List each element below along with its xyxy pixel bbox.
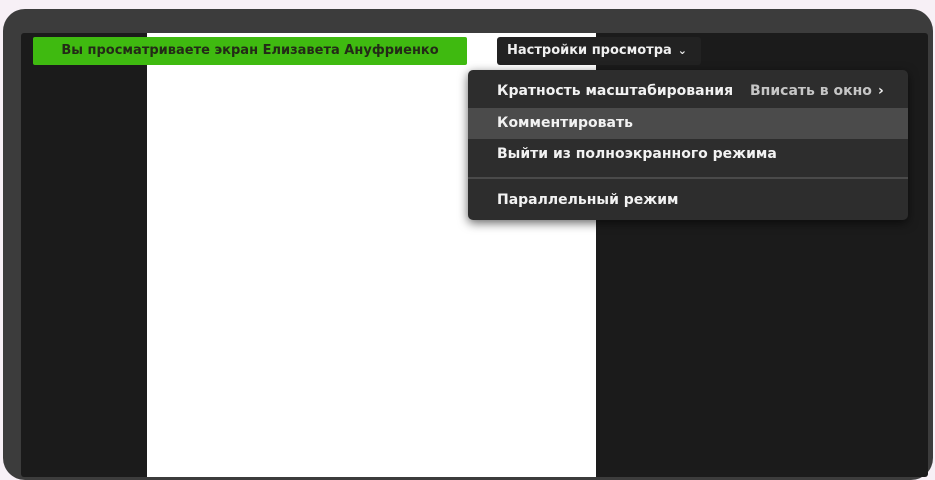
view-settings-button[interactable]: Настройки просмотра ⌄ <box>497 37 702 65</box>
view-settings-label: Настройки просмотра <box>507 43 672 58</box>
zoom-ratio-value: Вписать в окно <box>750 83 872 99</box>
menu-item-zoom-ratio[interactable]: Кратность масштабирования Вписать в окно… <box>468 76 908 107</box>
menu-item-annotate[interactable]: Комментировать <box>468 108 908 139</box>
view-settings-menu: Кратность масштабирования Вписать в окно… <box>468 70 908 220</box>
chevron-down-icon: ⌄ <box>677 44 688 57</box>
menu-item-label: Параллельный режим <box>497 192 679 208</box>
viewing-screen-banner: Вы просматриваете экран Елизавета Ануфри… <box>33 37 467 65</box>
menu-item-label: Выйти из полноэкранного режима <box>497 146 777 162</box>
menu-divider <box>468 177 908 179</box>
menu-item-exit-fullscreen[interactable]: Выйти из полноэкранного режима <box>468 139 908 170</box>
chevron-right-icon: › <box>878 83 884 99</box>
device-frame: Вы просматриваете экран Елизавета Ануфри… <box>3 9 933 480</box>
menu-item-side-by-side[interactable]: Параллельный режим <box>468 185 908 216</box>
shared-screen-view: Вы просматриваете экран Елизавета Ануфри… <box>21 33 928 477</box>
menu-item-label: Комментировать <box>497 115 633 131</box>
menu-item-label: Кратность масштабирования <box>497 83 734 99</box>
